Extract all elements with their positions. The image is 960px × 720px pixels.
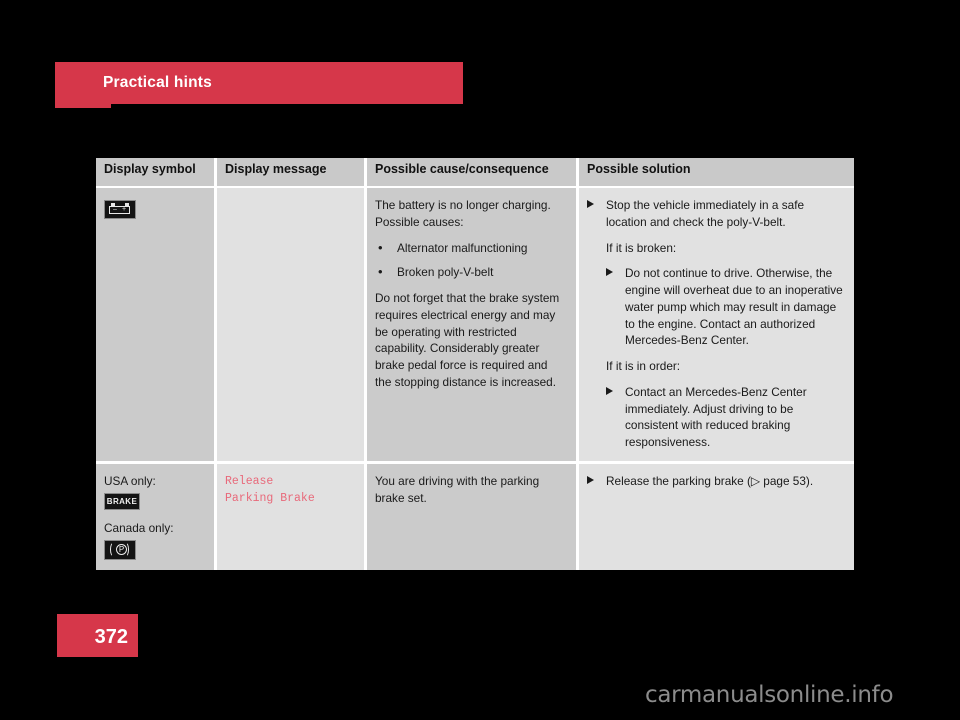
page-number: 372 xyxy=(94,626,128,648)
display-message-line2: Parking Brake xyxy=(225,492,315,505)
column-header-possible-solution: Possible solution xyxy=(576,158,854,188)
solution-step: Stop the vehicle immediately in a safe l… xyxy=(587,197,844,231)
canada-only-label: Canada only: xyxy=(104,520,174,535)
battery-minus-label: – xyxy=(113,206,117,213)
display-message-line1: Release xyxy=(225,474,274,488)
solution-step-pre: Release the parking brake ( xyxy=(606,473,751,488)
solution-step: Contact an Mercedes-Benz Center immediat… xyxy=(606,384,844,451)
list-item: Broken poly-V-belt xyxy=(375,263,566,281)
parking-brake-p-label: P xyxy=(116,543,127,555)
table-row: USA only: BRAKE Canada only: P Release P… xyxy=(96,460,854,570)
cell-display-message xyxy=(214,188,364,461)
watermark-text: carmanualsonline.info xyxy=(645,682,894,708)
solution-step-text: Contact an Mercedes-Benz Center immediat… xyxy=(625,384,807,449)
cell-possible-solution: Release the parking brake (▷ page 53). xyxy=(576,460,854,570)
solution-step-post: ). xyxy=(805,473,814,488)
solution-step-text: Do not continue to drive. Otherwise, the… xyxy=(625,266,843,348)
solution-step-text: Release the parking brake (▷ page 53). xyxy=(606,474,813,488)
table-row: – + The battery is no longer charging. P… xyxy=(96,188,854,461)
cell-display-symbol: – + xyxy=(96,188,214,461)
cause-bullet-list: Alternator malfunctioning Broken poly-V-… xyxy=(375,239,566,282)
page-reference: ▷ page 53 xyxy=(750,473,806,488)
page-title: Practical hints xyxy=(103,74,212,91)
cause-text: You are driving with the parking brake s… xyxy=(375,473,540,505)
cell-possible-solution: Stop the vehicle immediately in a safe l… xyxy=(576,188,854,461)
parking-brake-icon: P xyxy=(104,539,136,560)
cell-possible-cause: The battery is no longer charging. Possi… xyxy=(364,188,576,461)
solution-condition: If it is broken: xyxy=(606,240,677,255)
canada-icon-wrapper: P xyxy=(104,539,204,560)
solution-step: Release the parking brake (▷ page 53). xyxy=(587,473,844,490)
solution-step-text: Stop the vehicle immediately in a safe l… xyxy=(606,198,805,229)
cell-display-symbol: USA only: BRAKE Canada only: P xyxy=(96,460,214,570)
brake-warning-icon: BRAKE xyxy=(104,492,140,510)
triangle-arrow-icon xyxy=(606,268,613,277)
battery-plus-label: + xyxy=(122,206,127,213)
page-number-badge: 372 xyxy=(57,614,138,657)
table-header-row: Display symbol Display message Possible … xyxy=(96,158,854,188)
solution-condition: If it is in order: xyxy=(606,359,681,373)
list-item: Alternator malfunctioning xyxy=(375,239,566,257)
usa-icon-wrapper: BRAKE xyxy=(104,492,204,510)
usa-only-label: USA only: xyxy=(104,473,156,488)
triangle-arrow-icon xyxy=(606,386,613,395)
cell-display-message: Release Parking Brake xyxy=(214,460,364,570)
solution-step: Do not continue to drive. Otherwise, the… xyxy=(606,265,844,349)
column-header-display-symbol: Display symbol xyxy=(96,158,214,188)
cell-possible-cause: You are driving with the parking brake s… xyxy=(364,460,576,570)
cause-intro-line2: Possible causes: xyxy=(375,214,464,229)
cause-intro-line1: The battery is no longer charging. xyxy=(375,198,551,212)
triangle-arrow-icon xyxy=(587,200,594,208)
column-header-display-message: Display message xyxy=(214,158,364,188)
battery-icon: – + xyxy=(104,200,136,219)
column-header-possible-cause: Possible cause/consequence xyxy=(364,158,576,188)
cause-intro: The battery is no longer charging. Possi… xyxy=(375,197,566,231)
cause-note: Do not forget that the brake system requ… xyxy=(375,291,560,389)
display-messages-table: Display symbol Display message Possible … xyxy=(96,158,854,570)
table: Display symbol Display message Possible … xyxy=(96,158,854,570)
triangle-arrow-icon xyxy=(587,475,594,484)
